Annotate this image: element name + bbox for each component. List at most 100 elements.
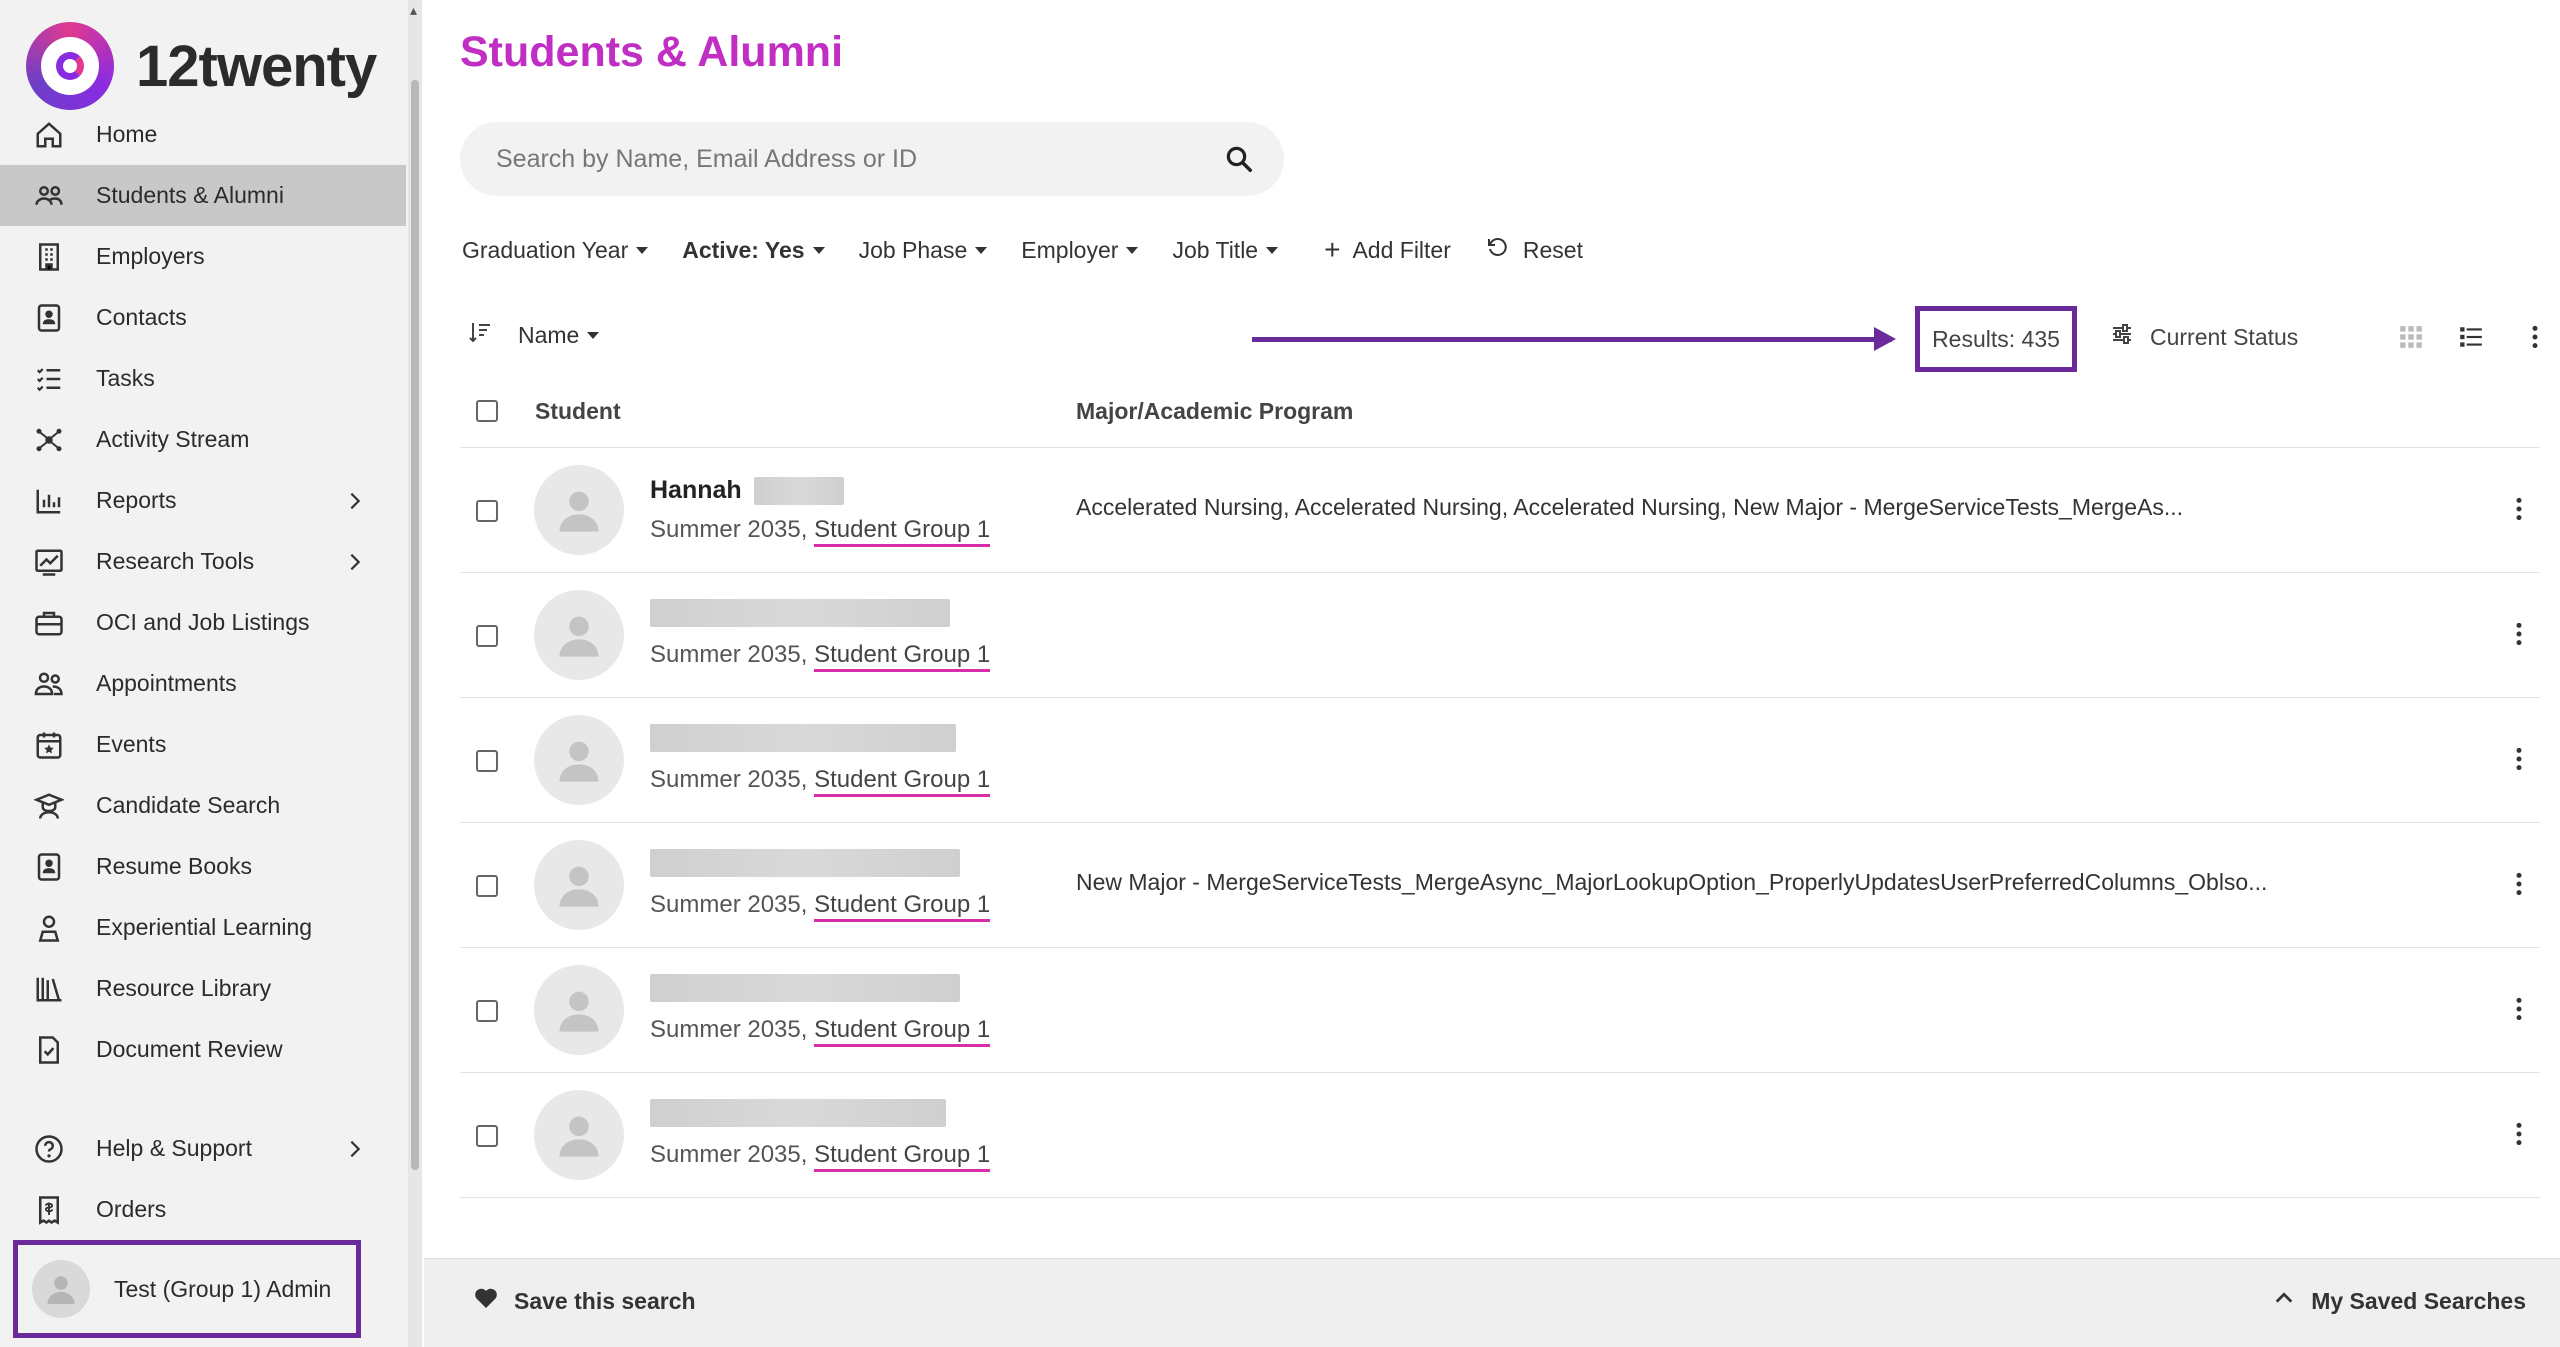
filter-job-title[interactable]: Job Title bbox=[1172, 237, 1279, 264]
row-checkbox[interactable] bbox=[476, 1000, 498, 1022]
avatar[interactable] bbox=[534, 590, 624, 680]
student-group-link[interactable]: Student Group 1 bbox=[814, 891, 991, 922]
scrollbar-thumb[interactable] bbox=[411, 80, 419, 1170]
row-checkbox[interactable] bbox=[476, 500, 498, 522]
chevron-right-icon bbox=[344, 1136, 366, 1168]
table-row[interactable]: Hannah Summer 2035, Student Group 1 Accele… bbox=[460, 448, 2540, 573]
sidebar-item-tasks[interactable]: Tasks bbox=[0, 348, 406, 409]
filter-job-phase[interactable]: Job Phase bbox=[859, 237, 988, 264]
user-menu[interactable]: Test (Group 1) Admin bbox=[13, 1240, 361, 1338]
redacted-student-name[interactable] bbox=[650, 849, 960, 877]
more-options-icon[interactable] bbox=[2506, 869, 2532, 904]
my-saved-searches-button[interactable]: My Saved Searches bbox=[2273, 1287, 2526, 1315]
row-checkbox[interactable] bbox=[476, 750, 498, 772]
student-class: Summer 2035, Student Group 1 bbox=[650, 766, 991, 797]
filter-employer[interactable]: Employer bbox=[1021, 236, 1139, 264]
sidebar-item-appointments[interactable]: Appointments bbox=[0, 653, 406, 714]
save-search-button[interactable]: Save this search bbox=[474, 1287, 696, 1315]
sidebar-scrollbar[interactable]: ▴ bbox=[408, 0, 422, 1347]
redacted-student-name[interactable] bbox=[650, 599, 950, 627]
list-view-icon[interactable] bbox=[2458, 324, 2484, 355]
student-group-link[interactable]: Student Group 1 bbox=[814, 641, 991, 672]
redacted-student-name[interactable] bbox=[650, 974, 960, 1002]
table-row[interactable]: Summer 2035, Student Group 1 New Major - … bbox=[460, 823, 2540, 948]
chevron-down-icon bbox=[975, 246, 988, 254]
grid-view-icon[interactable] bbox=[2398, 324, 2424, 355]
avatar bbox=[32, 1260, 90, 1318]
receipt-icon bbox=[32, 1193, 66, 1227]
sidebar-item-students-and-alumni[interactable]: Students & Alumni bbox=[0, 165, 406, 226]
sidebar-item-events[interactable]: Events bbox=[0, 714, 406, 775]
filter-graduation-year[interactable]: Graduation Year bbox=[462, 237, 649, 264]
sidebar-item-contacts[interactable]: Contacts bbox=[0, 287, 406, 348]
sidebar-item-experiential-learning[interactable]: Experiential Learning bbox=[0, 897, 406, 958]
reset-icon bbox=[1485, 235, 1509, 265]
sidebar-item-research-tools[interactable]: Research Tools bbox=[0, 531, 406, 592]
sidebar-item-orders[interactable]: Orders bbox=[0, 1179, 406, 1240]
avatar[interactable] bbox=[534, 965, 624, 1055]
more-options-icon[interactable] bbox=[2506, 1119, 2532, 1154]
row-checkbox[interactable] bbox=[476, 625, 498, 647]
footer-bar: Save this search My Saved Searches bbox=[424, 1258, 2560, 1347]
student-class: Summer 2035, Student Group 1 bbox=[650, 1141, 991, 1172]
sidebar-item-resume-books[interactable]: Resume Books bbox=[0, 836, 406, 897]
class-year: Summer 2035, bbox=[650, 766, 808, 793]
more-options-icon[interactable] bbox=[2522, 324, 2548, 355]
logo[interactable]: 12twenty bbox=[26, 22, 377, 110]
class-year: Summer 2035, bbox=[650, 641, 808, 668]
class-year: Summer 2035, bbox=[650, 1141, 808, 1168]
table-row[interactable]: Summer 2035, Student Group 1 bbox=[460, 948, 2540, 1073]
student-group-link[interactable]: Student Group 1 bbox=[814, 516, 991, 547]
student-name[interactable]: Hannah bbox=[650, 476, 844, 505]
sort-button[interactable]: Name bbox=[468, 320, 600, 350]
redacted-student-name[interactable] bbox=[650, 1099, 946, 1127]
current-status-button[interactable]: Current Status bbox=[2110, 322, 2298, 352]
table-row[interactable]: Summer 2035, Student Group 1 bbox=[460, 1073, 2540, 1198]
sidebar-item-resource-library[interactable]: Resource Library bbox=[0, 958, 406, 1019]
building-icon bbox=[32, 240, 66, 274]
help-icon bbox=[32, 1132, 66, 1166]
scroll-up-icon[interactable]: ▴ bbox=[410, 2, 417, 19]
sidebar-item-activity-stream[interactable]: Activity Stream bbox=[0, 409, 406, 470]
redacted-student-name[interactable] bbox=[650, 724, 956, 752]
search-icon[interactable] bbox=[1224, 144, 1254, 179]
row-checkbox[interactable] bbox=[476, 1125, 498, 1147]
sidebar-item-label: Orders bbox=[96, 1196, 167, 1222]
add-filter-button[interactable]: + Add Filter bbox=[1324, 234, 1451, 266]
table-row[interactable]: Summer 2035, Student Group 1 bbox=[460, 698, 2540, 823]
sidebar: 12twenty Home Students & Alumni Employers C… bbox=[0, 0, 414, 1347]
avatar[interactable] bbox=[534, 715, 624, 805]
avatar[interactable] bbox=[534, 465, 624, 555]
avatar[interactable] bbox=[534, 840, 624, 930]
more-options-icon[interactable] bbox=[2506, 744, 2532, 779]
sidebar-item-oci-and-job-listings[interactable]: OCI and Job Listings bbox=[0, 592, 406, 653]
search-input[interactable] bbox=[496, 144, 1196, 174]
more-options-icon[interactable] bbox=[2506, 994, 2532, 1029]
sidebar-item-label: Students & Alumni bbox=[96, 182, 284, 208]
more-options-icon[interactable] bbox=[2506, 494, 2532, 529]
filter-label: Employer bbox=[1021, 236, 1119, 263]
sidebar-item-candidate-search[interactable]: Candidate Search bbox=[0, 775, 406, 836]
student-group-link[interactable]: Student Group 1 bbox=[814, 766, 991, 797]
filter-label: Job Phase bbox=[858, 236, 968, 263]
column-student[interactable]: Student bbox=[535, 398, 621, 425]
sidebar-item-reports[interactable]: Reports bbox=[0, 470, 406, 531]
select-all-checkbox[interactable] bbox=[476, 400, 498, 422]
more-options-icon[interactable] bbox=[2506, 619, 2532, 654]
table-row[interactable]: Summer 2035, Student Group 1 bbox=[460, 573, 2540, 698]
sidebar-item-employers[interactable]: Employers bbox=[0, 226, 406, 287]
heart-icon bbox=[474, 1287, 498, 1315]
sidebar-item-home[interactable]: Home bbox=[0, 104, 406, 165]
sidebar-item-label: Help & Support bbox=[96, 1135, 252, 1161]
sidebar-item-help-and-support[interactable]: Help & Support bbox=[0, 1118, 406, 1179]
avatar[interactable] bbox=[534, 1090, 624, 1180]
column-major[interactable]: Major/Academic Program bbox=[1076, 398, 1353, 425]
student-group-link[interactable]: Student Group 1 bbox=[814, 1016, 991, 1047]
student-group-link[interactable]: Student Group 1 bbox=[814, 1141, 991, 1172]
sidebar-item-document-review[interactable]: Document Review bbox=[0, 1019, 406, 1080]
contact-card-icon bbox=[32, 301, 66, 335]
row-checkbox[interactable] bbox=[476, 875, 498, 897]
page-title: Students & Alumni bbox=[460, 28, 844, 76]
reset-button[interactable]: Reset bbox=[1485, 235, 1583, 265]
filter-active-yes[interactable]: Active: Yes bbox=[682, 237, 825, 264]
